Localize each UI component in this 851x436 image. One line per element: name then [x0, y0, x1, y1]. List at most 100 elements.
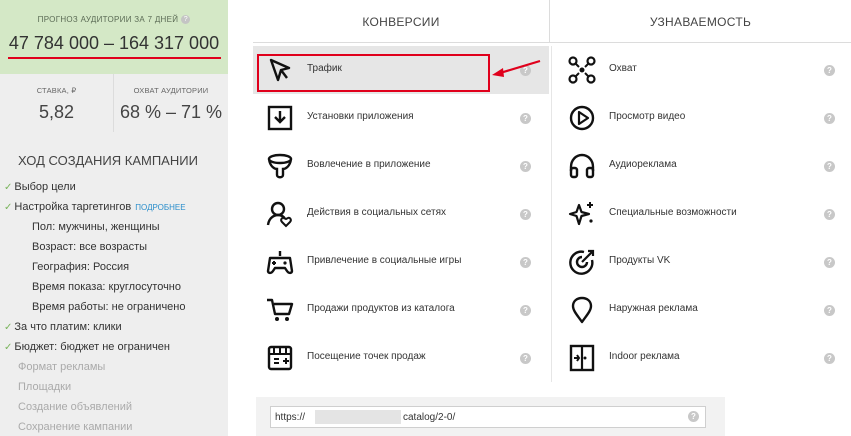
forecast-value: 47 784 000 – 164 317 000 — [8, 33, 220, 53]
goal-app-engagement[interactable]: Вовлечение в приложение ? — [253, 142, 549, 190]
help-icon[interactable]: ? — [520, 113, 531, 124]
step-label: Настройка таргетингов — [14, 201, 132, 213]
goal-label: Привлечение в социальные игры — [307, 255, 462, 266]
step-budget[interactable]: ✓ Бюджет: бюджет не ограничен — [4, 341, 170, 353]
play-icon — [569, 105, 595, 131]
goal-special-features[interactable]: Специальные возможности ? — [557, 190, 847, 238]
arrow-annotation — [492, 59, 541, 77]
step-work-time: Время работы: не ограничено — [32, 301, 186, 313]
goal-catalog-sales[interactable]: Продажи продуктов из каталога ? — [253, 286, 549, 334]
door-icon — [569, 344, 595, 372]
goal-tabs: КОНВЕРСИИ УЗНАВАЕМОСТЬ — [253, 0, 851, 43]
help-icon[interactable]: ? — [824, 65, 835, 76]
step-label: Выбор цели — [14, 181, 76, 193]
goal-social-actions[interactable]: Действия в социальных сетях ? — [253, 190, 549, 238]
campaign-progress-title: ХОД СОЗДАНИЯ КАМПАНИИ — [18, 153, 198, 168]
help-icon[interactable]: ? — [824, 209, 835, 220]
goal-audio-ads[interactable]: Аудиореклама ? — [557, 142, 847, 190]
headphones-icon — [569, 153, 595, 179]
step-geo: География: Россия — [32, 261, 129, 273]
url-prefix: https:// — [275, 412, 306, 423]
column-divider — [551, 46, 552, 382]
step-label: Время показа: круглосуточно — [32, 281, 181, 293]
step-label: Площадки — [18, 381, 72, 393]
help-icon[interactable]: ? — [824, 353, 835, 364]
help-icon[interactable]: ? — [181, 15, 191, 25]
highlight-box — [257, 54, 490, 92]
goal-social-games[interactable]: Привлечение в социальные игры ? — [253, 238, 549, 286]
goal-label: Установки приложения — [307, 111, 414, 122]
goal-vk-products[interactable]: Продукты VK ? — [557, 238, 847, 286]
url-panel: https:// catalog/2-0/ ? — [256, 397, 725, 436]
help-icon[interactable]: ? — [824, 113, 835, 124]
help-icon[interactable]: ? — [824, 161, 835, 172]
step-platforms: Площадки — [18, 381, 71, 393]
help-icon[interactable]: ? — [824, 305, 835, 316]
stat-coverage-value: 68 % – 71 % — [119, 102, 223, 122]
step-show-time: Время показа: круглосуточно — [32, 281, 181, 293]
step-label: За что платим: клики — [14, 321, 122, 333]
goal-app-installs[interactable]: Установки приложения ? — [253, 94, 549, 142]
step-label: Сохранение кампании — [18, 421, 133, 433]
goal-label: Продукты VK — [609, 255, 671, 266]
store-icon — [267, 345, 293, 371]
goal-outdoor-ads[interactable]: Наружная реклама ? — [557, 286, 847, 334]
step-gender: Пол: мужчины, женщины — [32, 221, 160, 233]
goal-label: Действия в социальных сетях — [307, 207, 446, 218]
stat-coverage-label: ОХВАТ АУДИТОРИИ — [133, 86, 209, 95]
tab-awareness[interactable]: УЗНАВАЕМОСТЬ — [550, 0, 851, 43]
audience-forecast: ПРОГНОЗ АУДИТОРИИ ЗА 7 ДНЕЙ? 47 784 000 … — [0, 0, 228, 74]
step-save-campaign: Сохранение кампании — [18, 421, 132, 433]
step-label: Бюджет: бюджет не ограничен — [14, 341, 170, 353]
cart-icon — [267, 298, 294, 321]
step-targeting[interactable]: ✓ Настройка таргетингов ПОДРОБНЕЕ — [4, 201, 186, 213]
more-link[interactable]: ПОДРОБНЕЕ — [135, 203, 185, 212]
help-icon[interactable]: ? — [520, 209, 531, 220]
goal-store-visits[interactable]: Посещение точек продаж ? — [253, 334, 549, 382]
goal-label: Наружная реклама — [609, 303, 698, 314]
help-icon[interactable]: ? — [824, 257, 835, 268]
step-ad-format: Формат рекламы — [18, 361, 105, 373]
url-input[interactable]: https:// catalog/2-0/ ? — [270, 406, 706, 428]
map-pin-icon — [571, 296, 593, 324]
stat-coverage: ОХВАТ АУДИТОРИИ 68 % – 71 % — [114, 74, 228, 132]
check-icon: ✓ — [4, 202, 13, 213]
goal-video-views[interactable]: Просмотр видео ? — [557, 94, 847, 142]
step-goal[interactable]: ✓ Выбор цели — [4, 181, 76, 193]
goal-reach[interactable]: Охват ? — [557, 46, 847, 94]
stat-rate-label: СТАВКА, ₽ — [36, 86, 77, 95]
check-icon: ✓ — [4, 342, 13, 353]
step-label: Пол: мужчины, женщины — [32, 221, 160, 233]
download-icon — [267, 105, 293, 131]
funnel-icon — [267, 153, 293, 179]
goal-label: Специальные возможности — [609, 207, 737, 218]
help-icon[interactable]: ? — [520, 305, 531, 316]
goal-label: Вовлечение в приложение — [307, 159, 431, 170]
step-payment[interactable]: ✓ За что платим: клики — [4, 321, 122, 333]
target-icon — [569, 249, 595, 275]
goal-indoor-ads[interactable]: Indoor реклама ? — [557, 334, 847, 382]
step-label: Формат рекламы — [18, 361, 106, 373]
url-redacted — [315, 410, 401, 424]
sparkles-icon — [568, 202, 593, 226]
sidebar: ПРОГНОЗ АУДИТОРИИ ЗА 7 ДНЕЙ? 47 784 000 … — [0, 0, 228, 436]
step-label: Создание объявлений — [18, 401, 133, 413]
stats: СТАВКА, ₽ 5,82 ОХВАТ АУДИТОРИИ 68 % – 71… — [0, 74, 228, 132]
help-icon[interactable]: ? — [520, 257, 531, 268]
stat-rate-value: 5,82 — [38, 102, 75, 122]
tab-conversions[interactable]: КОНВЕРСИИ — [253, 0, 550, 43]
goal-label: Охват — [609, 63, 637, 74]
goal-label: Indoor реклама — [609, 351, 680, 362]
social-icon — [266, 201, 292, 228]
url-suffix: catalog/2-0/ — [403, 412, 456, 423]
help-icon[interactable]: ? — [520, 161, 531, 172]
goal-label: Посещение точек продаж — [307, 351, 426, 362]
stat-rate: СТАВКА, ₽ 5,82 — [0, 74, 114, 132]
reach-icon — [568, 56, 596, 84]
help-icon[interactable]: ? — [520, 353, 531, 364]
help-icon[interactable]: ? — [688, 411, 699, 422]
gamepad-icon — [266, 251, 294, 275]
step-label: География: Россия — [32, 261, 130, 273]
check-icon: ✓ — [4, 182, 13, 193]
forecast-label-text: ПРОГНОЗ АУДИТОРИИ ЗА 7 ДНЕЙ — [37, 15, 179, 24]
